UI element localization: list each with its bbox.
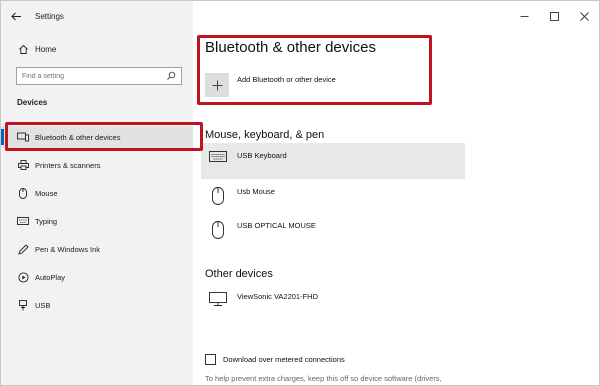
sidebar-item-printers[interactable]: Printers & scanners (1, 154, 193, 176)
sidebar-item-mouse[interactable]: Mouse (1, 182, 193, 204)
bluetooth-devices-icon (17, 131, 29, 143)
sidebar-item-label: AutoPlay (35, 272, 66, 282)
search-input[interactable] (22, 72, 162, 80)
device-usb-keyboard[interactable]: USB Keyboard (201, 143, 465, 179)
sidebar: Settings Home Devices Bluetooth & other … (1, 1, 193, 385)
metered-label: Download over metered connections (223, 355, 345, 364)
main-panel: Bluetooth & other devices Add Bluetooth … (193, 1, 599, 385)
mouse-icon (207, 187, 229, 205)
mouse-icon (17, 187, 29, 199)
search-icon[interactable] (166, 71, 176, 81)
sidebar-item-label: Printers & scanners (35, 160, 101, 170)
sidebar-item-label: Typing (35, 216, 58, 226)
sidebar-item-bluetooth[interactable]: Bluetooth & other devices (1, 126, 193, 148)
usb-icon (17, 299, 29, 311)
device-name: Usb Mouse (237, 187, 275, 196)
mouse-icon (207, 221, 229, 239)
sidebar-item-autoplay[interactable]: AutoPlay (1, 266, 193, 288)
add-device-button[interactable]: Add Bluetooth or other device (205, 73, 336, 97)
sidebar-item-label: Pen & Windows Ink (35, 244, 101, 254)
keyboard-icon (207, 151, 229, 162)
sidebar-item-typing[interactable]: Typing (1, 210, 193, 232)
printer-icon (17, 159, 29, 171)
devices-section-heading: Devices (17, 98, 48, 107)
app-title: Settings (35, 11, 64, 21)
sidebar-item-label: Mouse (35, 188, 58, 198)
sidebar-item-usb[interactable]: USB (1, 294, 193, 316)
metered-help-text: To help prevent extra charges, keep this… (205, 374, 442, 383)
device-name: USB OPTICAL MOUSE (237, 221, 316, 230)
other-devices-heading: Other devices (205, 268, 273, 280)
selection-indicator (1, 129, 4, 145)
device-usb-mouse[interactable]: Usb Mouse (201, 179, 465, 213)
plus-icon (205, 73, 229, 97)
device-name: USB Keyboard (237, 151, 287, 160)
add-device-label: Add Bluetooth or other device (237, 74, 336, 84)
metered-connection-option: Download over metered connections (205, 354, 345, 365)
pen-icon (17, 243, 29, 255)
sidebar-item-label: Bluetooth & other devices (35, 132, 121, 142)
settings-window: Settings Home Devices Bluetooth & other … (0, 0, 600, 386)
mouse-keyboard-pen-heading: Mouse, keyboard, & pen (205, 129, 325, 141)
device-name: ViewSonic VA2201-FHD (237, 292, 319, 301)
monitor-icon (207, 292, 229, 306)
nav-home[interactable]: Home (1, 39, 193, 59)
autoplay-icon (17, 271, 29, 283)
home-icon (17, 43, 29, 55)
sidebar-item-pen[interactable]: Pen & Windows Ink (1, 238, 193, 260)
title-bar: Settings (1, 1, 193, 31)
back-arrow-icon (10, 12, 21, 20)
nav-home-label: Home (35, 44, 57, 54)
device-viewsonic-monitor[interactable]: ViewSonic VA2201-FHD (201, 284, 465, 312)
back-button[interactable] (1, 1, 31, 31)
search-box[interactable] (16, 67, 182, 85)
page-title: Bluetooth & other devices (205, 39, 376, 56)
sidebar-item-label: USB (35, 300, 51, 310)
metered-checkbox[interactable] (205, 354, 216, 365)
keyboard-icon (17, 215, 29, 227)
device-usb-optical-mouse[interactable]: USB OPTICAL MOUSE (201, 213, 465, 247)
